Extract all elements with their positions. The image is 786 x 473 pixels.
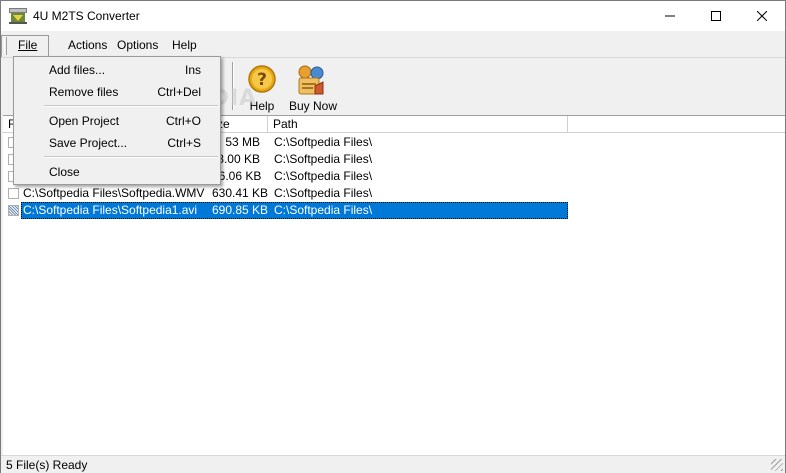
row-path: C:\Softpedia Files\ <box>274 203 373 217</box>
menu-file-label: File <box>18 38 38 52</box>
column-header-filler <box>568 116 785 133</box>
maximize-button[interactable] <box>693 1 739 31</box>
menu-item-add-files[interactable]: Add files... Ins <box>15 58 219 80</box>
minimize-icon <box>665 15 675 17</box>
row-checkbox[interactable] <box>8 205 19 216</box>
menu-item-open-project[interactable]: Open Project Ctrl+O <box>15 109 219 131</box>
row-file: C:\Softpedia Files\Softpedia.WMV <box>23 186 205 200</box>
table-row-selected[interactable]: C:\Softpedia Files\Softpedia1.avi 690.85… <box>3 202 568 219</box>
menu-item-label: Save Project... <box>49 136 128 150</box>
window-title: 4U M2TS Converter <box>33 9 140 23</box>
app-window: 4U M2TS Converter File Actions Options H… <box>0 0 786 473</box>
column-header-path[interactable]: Path <box>268 116 568 133</box>
status-bar: 5 File(s) Ready <box>1 455 785 473</box>
row-checkbox[interactable] <box>8 188 19 199</box>
resize-grip[interactable] <box>771 459 783 471</box>
menu-grip[interactable] <box>4 37 7 55</box>
close-button[interactable] <box>739 1 785 31</box>
minimize-button[interactable] <box>647 1 693 31</box>
row-size: 690.85 KB <box>212 203 269 217</box>
menu-actions[interactable]: Actions <box>68 38 107 52</box>
menu-bar: File Actions Options Help <box>1 35 785 57</box>
file-menu-dropdown: Add files... Ins Remove files Ctrl+Del O… <box>13 56 221 185</box>
menu-separator <box>44 105 218 107</box>
menu-item-shortcut: Ctrl+Del <box>157 85 201 99</box>
app-icon <box>9 8 27 24</box>
menu-item-shortcut: Ctrl+S <box>167 136 201 150</box>
menu-options[interactable]: Options <box>117 38 158 52</box>
menu-item-save-project[interactable]: Save Project... Ctrl+S <box>15 131 219 153</box>
menu-separator <box>44 156 218 158</box>
title-bar[interactable]: 4U M2TS Converter <box>1 1 785 31</box>
buy-now-button-label: Buy Now <box>288 99 338 113</box>
row-path: C:\Softpedia Files\ <box>274 152 373 166</box>
menu-file[interactable]: File <box>1 35 49 57</box>
menu-item-shortcut: Ctrl+O <box>165 114 201 128</box>
menu-item-label: Close <box>49 165 80 179</box>
menu-help[interactable]: Help <box>172 38 197 52</box>
row-path: C:\Softpedia Files\ <box>274 135 373 149</box>
menu-item-shortcut: Ins <box>184 63 201 77</box>
menu-item-label: Remove files <box>49 85 119 99</box>
row-path: C:\Softpedia Files\ <box>274 169 373 183</box>
menu-item-label: Add files... <box>49 63 106 77</box>
buy-now-button[interactable]: Buy Now <box>287 62 339 113</box>
menu-item-label: Open Project <box>49 114 120 128</box>
menu-item-remove-files[interactable]: Remove files Ctrl+Del <box>15 80 219 102</box>
menu-item-close[interactable]: Close <box>15 160 219 182</box>
row-size: 630.41 KB <box>212 186 269 200</box>
row-path: C:\Softpedia Files\ <box>274 186 373 200</box>
maximize-icon <box>711 11 721 21</box>
table-row[interactable]: C:\Softpedia Files\Softpedia.WMV 630.41 … <box>3 185 568 202</box>
status-text: 5 File(s) Ready <box>6 458 88 472</box>
buy-now-icon <box>298 65 324 95</box>
row-file: C:\Softpedia Files\Softpedia1.avi <box>23 203 198 217</box>
close-icon <box>757 11 767 21</box>
svg-text:?: ? <box>257 70 267 90</box>
